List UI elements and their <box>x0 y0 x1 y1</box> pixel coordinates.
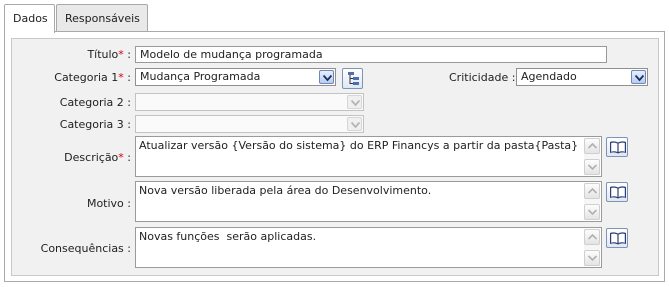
tab-dados[interactable]: Dados <box>4 4 55 33</box>
scroll-down-icon[interactable] <box>584 250 600 266</box>
consequencias-label: Consequências : <box>40 242 131 255</box>
consequencias-variables-button[interactable] <box>606 228 628 248</box>
categoria3-dropdown-icon <box>347 117 362 131</box>
scroll-down-icon[interactable] <box>584 204 600 220</box>
titulo-field[interactable]: Modelo de mudança programada <box>135 46 607 63</box>
descricao-label: Descrição* : <box>64 151 131 164</box>
consequencias-text: Novas funções serão aplicadas. <box>139 230 317 243</box>
motivo-textarea[interactable]: Nova versão liberada pela área do Desenv… <box>135 181 602 222</box>
criticidade-select[interactable]: Agendado <box>516 68 648 86</box>
tab-responsaveis[interactable]: Responsáveis <box>56 4 148 32</box>
categoria1-dropdown-icon[interactable] <box>319 70 334 84</box>
motivo-label: Motivo : <box>86 197 131 210</box>
categoria2-select[interactable] <box>135 93 364 111</box>
titulo-label: Título* : <box>87 48 131 61</box>
criticidade-label: Criticidade : <box>449 71 516 84</box>
descricao-text: Atualizar versão {Versão do sistema} do … <box>139 139 579 152</box>
categoria3-label: Categoria 3 : <box>59 118 131 131</box>
category-tree-button[interactable] <box>342 68 363 89</box>
criticidade-dropdown-icon[interactable] <box>631 70 646 84</box>
criticidade-value: Agendado <box>521 70 577 83</box>
categoria2-label: Categoria 2 : <box>59 96 131 109</box>
scroll-up-icon[interactable] <box>584 138 600 154</box>
motivo-text: Nova versão liberada pela área do Desenv… <box>139 184 432 197</box>
scroll-up-icon[interactable] <box>584 183 600 199</box>
scroll-up-icon[interactable] <box>584 229 600 245</box>
categoria2-dropdown-icon <box>347 95 362 109</box>
scroll-down-icon[interactable] <box>584 159 600 175</box>
motivo-scrollbar[interactable] <box>584 183 600 220</box>
descricao-textarea[interactable]: Atualizar versão {Versão do sistema} do … <box>135 136 602 177</box>
descricao-variables-button[interactable] <box>606 137 628 157</box>
consequencias-scrollbar[interactable] <box>584 229 600 266</box>
categoria3-select[interactable] <box>135 115 364 133</box>
motivo-variables-button[interactable] <box>606 182 628 202</box>
categoria1-label: Categoria 1* : <box>54 71 131 84</box>
descricao-scrollbar[interactable] <box>584 138 600 175</box>
consequencias-textarea[interactable]: Novas funções serão aplicadas. <box>135 227 602 268</box>
categoria1-select[interactable]: Mudança Programada <box>135 68 336 86</box>
categoria1-value: Mudança Programada <box>140 70 261 83</box>
